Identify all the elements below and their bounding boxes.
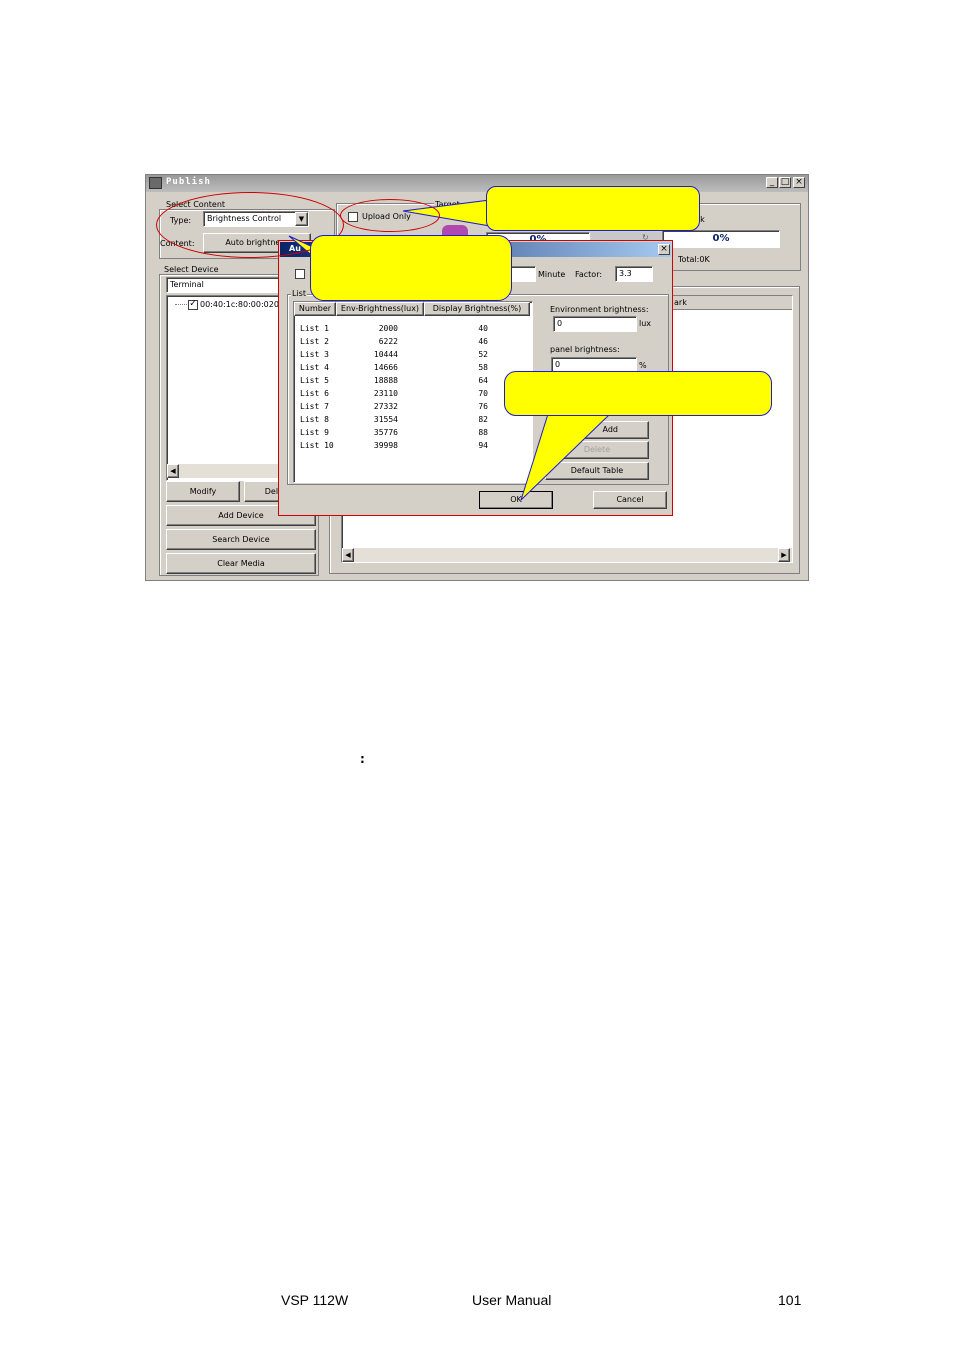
callout-upload-only <box>486 186 700 231</box>
callout-ok <box>504 371 772 416</box>
footer-doc: User Manual <box>472 1292 552 1308</box>
body-colon: : <box>360 752 365 766</box>
footer-product: VSP 112W <box>281 1292 349 1308</box>
callout-content <box>310 235 512 301</box>
callout-pointer-ok <box>520 413 612 501</box>
highlight-ring-upload-only <box>340 199 440 232</box>
footer-page-number: 101 <box>778 1292 802 1308</box>
